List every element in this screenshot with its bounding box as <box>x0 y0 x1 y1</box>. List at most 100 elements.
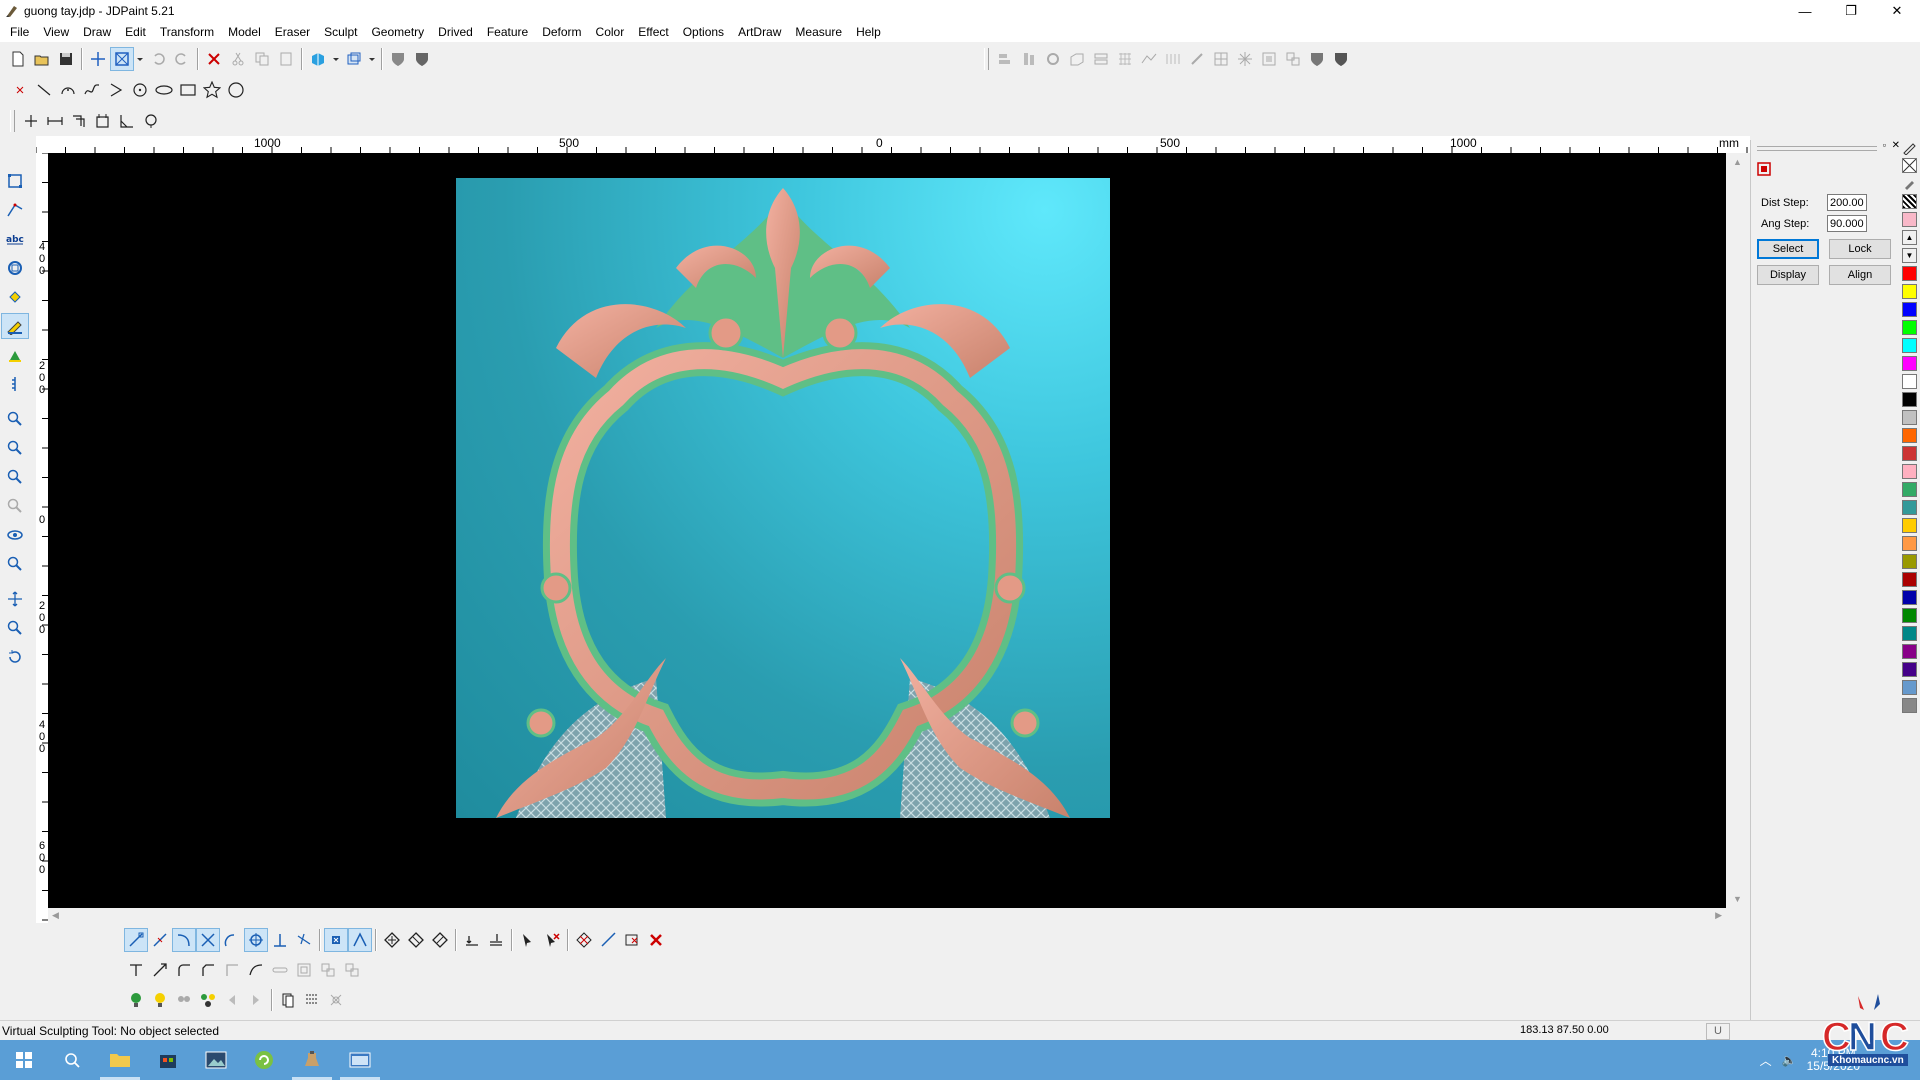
zoom-out-icon[interactable] <box>1 464 29 490</box>
gear-icon[interactable] <box>1041 47 1065 71</box>
light-group-icon[interactable] <box>172 988 196 1012</box>
layer-down-icon[interactable] <box>460 928 484 952</box>
cut-icon[interactable] <box>226 47 250 71</box>
zoom-previous-icon[interactable] <box>1 493 29 519</box>
mesh-delete-icon[interactable] <box>620 928 644 952</box>
light-right-icon[interactable] <box>244 988 268 1012</box>
file-explorer-icon[interactable] <box>96 1040 144 1080</box>
line-icon[interactable] <box>32 78 56 102</box>
save-file-button[interactable] <box>54 47 78 71</box>
pattern-swatch[interactable] <box>1902 194 1917 209</box>
windows-start-icon[interactable] <box>0 1040 48 1080</box>
panel-close-icon[interactable]: ✕ <box>1892 140 1900 151</box>
array-grid-icon[interactable] <box>1113 47 1137 71</box>
text-tool-icon[interactable]: abc <box>1 226 29 252</box>
settings-tool-icon[interactable] <box>324 988 348 1012</box>
emboss-icon[interactable] <box>1 342 29 368</box>
polyline-icon[interactable] <box>104 78 128 102</box>
snap-midpoint-icon[interactable] <box>148 928 172 952</box>
color-cube-icon[interactable] <box>306 47 330 71</box>
color-swatch[interactable] <box>1902 644 1917 659</box>
zoom-all-icon[interactable] <box>1 551 29 577</box>
chamfer-icon[interactable] <box>196 958 220 982</box>
menu-file[interactable]: File <box>3 22 36 42</box>
arc-icon[interactable] <box>56 78 80 102</box>
align-left-icon[interactable] <box>993 47 1017 71</box>
copy-array-icon[interactable] <box>316 958 340 982</box>
color-swatch[interactable] <box>1902 464 1917 479</box>
color-swatch[interactable] <box>1902 536 1917 551</box>
scroll-right-icon[interactable]: ▶ <box>1715 910 1722 921</box>
color-swatch[interactable] <box>1902 320 1917 335</box>
color-swatch[interactable] <box>1902 266 1917 281</box>
search-icon[interactable] <box>48 1040 96 1080</box>
menu-measure[interactable]: Measure <box>788 22 849 42</box>
light-yellow-icon[interactable] <box>148 988 172 1012</box>
menu-view[interactable]: View <box>36 22 76 42</box>
circle-center-icon[interactable] <box>128 78 152 102</box>
light-green-icon[interactable] <box>124 988 148 1012</box>
color-swatch[interactable] <box>1902 284 1917 299</box>
current-color-swatch[interactable] <box>1902 212 1917 227</box>
menu-eraser[interactable]: Eraser <box>268 22 317 42</box>
close-button[interactable]: ✕ <box>1874 0 1920 22</box>
color-swatch[interactable] <box>1902 482 1917 497</box>
explode-icon[interactable] <box>1233 47 1257 71</box>
view-dropdown-icon[interactable] <box>366 47 378 71</box>
delete-red-icon[interactable] <box>644 928 668 952</box>
open-file-button[interactable] <box>30 47 54 71</box>
color-swatch[interactable] <box>1902 428 1917 443</box>
redo-button[interactable] <box>170 47 194 71</box>
dist-step-input[interactable] <box>1827 194 1867 211</box>
menu-sculpt[interactable]: Sculpt <box>317 22 364 42</box>
color-swatch[interactable] <box>1902 356 1917 371</box>
zoom-window-icon[interactable] <box>1 406 29 432</box>
ang-step-input[interactable] <box>1827 215 1867 232</box>
cursor-select-icon[interactable] <box>516 928 540 952</box>
menu-transform[interactable]: Transform <box>153 22 221 42</box>
paint-bucket-icon[interactable] <box>1 284 29 310</box>
snap-arc-icon[interactable] <box>172 928 196 952</box>
palette-scroll-down-icon[interactable]: ▼ <box>1902 248 1917 263</box>
zoom-realtime-icon[interactable] <box>1 615 29 641</box>
menu-deform[interactable]: Deform <box>535 22 588 42</box>
ungroup-icon[interactable] <box>1281 47 1305 71</box>
offset-icon[interactable] <box>67 109 91 133</box>
display-button[interactable]: Display <box>1757 265 1819 285</box>
store-icon[interactable] <box>144 1040 192 1080</box>
menu-help[interactable]: Help <box>849 22 888 42</box>
corner-icon[interactable] <box>220 958 244 982</box>
snap-crosshair-button[interactable] <box>86 47 110 71</box>
scroll-left-icon[interactable]: ◀ <box>52 910 59 921</box>
menu-geometry[interactable]: Geometry <box>364 22 431 42</box>
color-swatch[interactable] <box>1902 662 1917 677</box>
diamond-select-icon[interactable] <box>380 928 404 952</box>
chevron-up-icon[interactable]: ︿ <box>1760 1052 1772 1069</box>
angle-icon[interactable] <box>115 109 139 133</box>
circle-icon[interactable] <box>224 78 248 102</box>
menu-edit[interactable]: Edit <box>118 22 153 42</box>
shield-icon[interactable] <box>1305 47 1329 71</box>
snap-nearest-icon[interactable] <box>292 928 316 952</box>
ellipse-icon[interactable] <box>152 78 176 102</box>
point-icon[interactable] <box>8 78 32 102</box>
mesh-break-icon[interactable] <box>596 928 620 952</box>
new-file-button[interactable] <box>6 47 30 71</box>
frame-icon[interactable] <box>292 958 316 982</box>
curve-fit-icon[interactable] <box>244 958 268 982</box>
split-icon[interactable] <box>1209 47 1233 71</box>
jdpaint-taskbar-icon[interactable] <box>288 1040 336 1080</box>
color-swatch[interactable] <box>1902 446 1917 461</box>
menu-color[interactable]: Color <box>589 22 632 42</box>
menu-model[interactable]: Model <box>221 22 268 42</box>
panel-float-icon[interactable]: ▫ <box>1883 140 1886 150</box>
menu-effect[interactable]: Effect <box>631 22 675 42</box>
light-left-icon[interactable] <box>220 988 244 1012</box>
group-icon[interactable] <box>1257 47 1281 71</box>
horizontal-scrollbar[interactable]: ◀ ▶ <box>48 908 1726 924</box>
document-copy-icon[interactable] <box>276 988 300 1012</box>
extend-icon[interactable] <box>148 958 172 982</box>
view-3d-icon[interactable] <box>342 47 366 71</box>
drawing-viewport[interactable] <box>48 153 1726 908</box>
stretch-icon[interactable] <box>43 109 67 133</box>
